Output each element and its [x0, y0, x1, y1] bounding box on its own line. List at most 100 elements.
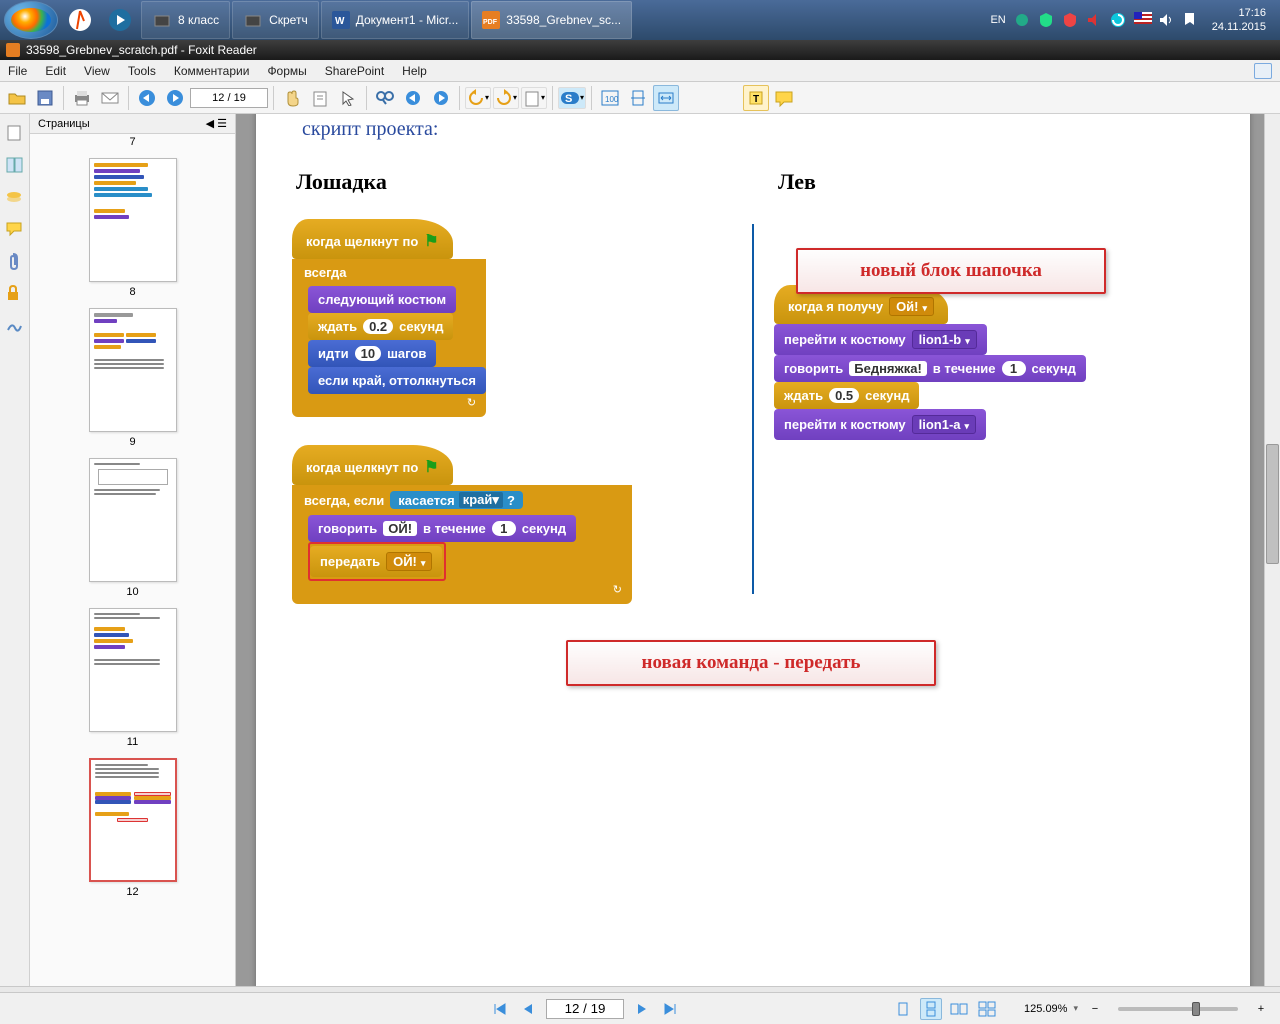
- continuous-facing-button[interactable]: [976, 998, 998, 1020]
- fit-page-button[interactable]: [625, 85, 651, 111]
- pages-tab-icon[interactable]: [5, 156, 25, 176]
- nav-tabs: [0, 114, 30, 986]
- prev-page-button[interactable]: [518, 998, 540, 1020]
- green-flag-icon: ⚑: [424, 457, 438, 477]
- thumb-label: 7: [30, 136, 235, 148]
- taskbar-label: Скретч: [269, 13, 308, 27]
- thumb-11[interactable]: 11: [30, 608, 235, 748]
- clock[interactable]: 17:16 24.11.2015: [1206, 6, 1272, 34]
- taskbar-item-0[interactable]: 8 класс: [141, 1, 230, 39]
- menu-sharepoint[interactable]: SharePoint: [325, 64, 384, 78]
- tray-icon[interactable]: [1062, 12, 1078, 28]
- menu-forms[interactable]: Формы: [267, 64, 306, 78]
- scrollbar-thumb[interactable]: [1266, 444, 1279, 564]
- facing-button[interactable]: [948, 998, 970, 1020]
- zoom-dropdown-icon[interactable]: ▾: [1073, 1003, 1078, 1014]
- menu-help[interactable]: Help: [402, 64, 427, 78]
- signatures-tab-icon[interactable]: [5, 316, 25, 336]
- last-page-button[interactable]: [658, 998, 680, 1020]
- restore-icon[interactable]: [1254, 63, 1272, 79]
- vertical-scrollbar[interactable]: [1264, 114, 1280, 986]
- doc-heading: скрипт проекта:: [302, 118, 1214, 141]
- yandex-icon[interactable]: [60, 1, 100, 39]
- prev-page-button[interactable]: [134, 85, 160, 111]
- pdf-icon: [6, 43, 20, 57]
- language-indicator[interactable]: EN: [990, 14, 1005, 26]
- share-button[interactable]: S▾: [558, 87, 586, 109]
- layers-tab-icon[interactable]: [5, 188, 25, 208]
- document-area: скрипт проекта: Лошадка когда щелкнут по…: [236, 114, 1280, 986]
- callout-top: новый блок шапочка: [796, 248, 1106, 294]
- media-icon[interactable]: [100, 1, 140, 39]
- thumb-9[interactable]: 9: [30, 308, 235, 448]
- menu-file[interactable]: File: [8, 64, 27, 78]
- menu-comments[interactable]: Комментарии: [174, 64, 250, 78]
- status-page-input[interactable]: [546, 999, 624, 1019]
- select-text-button[interactable]: [307, 85, 333, 111]
- comments-tab-icon[interactable]: [5, 220, 25, 240]
- tray-icon[interactable]: [1014, 12, 1030, 28]
- actual-size-button[interactable]: 100: [597, 85, 623, 111]
- next-find-button[interactable]: [428, 85, 454, 111]
- thumb-label: 9: [30, 436, 235, 448]
- svg-text:T: T: [753, 94, 759, 105]
- thumb-10[interactable]: 10: [30, 458, 235, 598]
- zoom-slider[interactable]: [1118, 1007, 1238, 1011]
- thumbnails-panel: Страницы ◀ ☰ 7 8 9 10 11 12: [30, 114, 236, 986]
- note-button[interactable]: [771, 85, 797, 111]
- tray-icon[interactable]: [1086, 12, 1102, 28]
- bookmarks-tab-icon[interactable]: [5, 124, 25, 144]
- rotate-ccw-button[interactable]: ▾: [465, 87, 491, 109]
- col-heading-left: Лошадка: [296, 169, 732, 195]
- taskbar-label: 33598_Grebnev_sc...: [506, 13, 621, 27]
- thumb-8[interactable]: 8: [30, 158, 235, 298]
- security-tab-icon[interactable]: [5, 284, 25, 304]
- svg-text:PDF: PDF: [483, 19, 498, 26]
- scratch-script-2: когда щелкнут по⚑ всегда, если касаетсяк…: [292, 445, 632, 604]
- tray-icon[interactable]: [1038, 12, 1054, 28]
- thumb-12[interactable]: 12: [30, 758, 235, 898]
- print-button[interactable]: [69, 85, 95, 111]
- taskbar-item-2[interactable]: W Документ1 - Micr...: [321, 1, 470, 39]
- next-page-button[interactable]: [162, 85, 188, 111]
- menu-view[interactable]: View: [84, 64, 110, 78]
- pointer-button[interactable]: [335, 85, 361, 111]
- start-button[interactable]: [4, 1, 58, 39]
- find-button[interactable]: [372, 85, 398, 111]
- action-center-icon[interactable]: [1182, 12, 1198, 28]
- menubar: File Edit View Tools Комментарии Формы S…: [0, 60, 1280, 82]
- rotate-cw-button[interactable]: ▾: [493, 87, 519, 109]
- taskbar-label: Документ1 - Micr...: [356, 13, 459, 27]
- svg-text:W: W: [335, 16, 345, 27]
- thumb-label: 12: [30, 886, 235, 898]
- zoom-slider-thumb[interactable]: [1192, 1002, 1200, 1016]
- window-titlebar: 33598_Grebnev_scratch.pdf - Foxit Reader: [0, 40, 1280, 60]
- continuous-button[interactable]: [920, 998, 942, 1020]
- scratch-script-1: когда щелкнут по⚑ всегда следующий костю…: [292, 219, 486, 417]
- open-button[interactable]: [4, 85, 30, 111]
- thumb-7[interactable]: 7: [30, 136, 235, 148]
- tray-icon[interactable]: [1110, 12, 1126, 28]
- fit-width-button[interactable]: [653, 85, 679, 111]
- collapse-icon[interactable]: ◀ ☰: [206, 117, 227, 130]
- save-button[interactable]: [32, 85, 58, 111]
- zoom-out-button[interactable]: −: [1084, 998, 1106, 1020]
- email-button[interactable]: [97, 85, 123, 111]
- next-page-button[interactable]: [630, 998, 652, 1020]
- prev-find-button[interactable]: [400, 85, 426, 111]
- clock-date: 24.11.2015: [1212, 20, 1266, 34]
- zoom-in-button[interactable]: +: [1250, 998, 1272, 1020]
- highlight-button[interactable]: T: [743, 85, 769, 111]
- taskbar-item-1[interactable]: Скретч: [232, 1, 319, 39]
- menu-edit[interactable]: Edit: [45, 64, 66, 78]
- first-page-button[interactable]: [490, 998, 512, 1020]
- menu-tools[interactable]: Tools: [128, 64, 156, 78]
- single-page-button[interactable]: [892, 998, 914, 1020]
- attachments-tab-icon[interactable]: [5, 252, 25, 272]
- volume-icon[interactable]: [1158, 12, 1174, 28]
- page-input[interactable]: [190, 88, 268, 108]
- page-display-button[interactable]: ▾: [521, 87, 547, 109]
- hand-tool-button[interactable]: [279, 85, 305, 111]
- flag-us-icon[interactable]: [1134, 12, 1150, 28]
- taskbar-item-3[interactable]: PDF 33598_Grebnev_sc...: [471, 1, 632, 39]
